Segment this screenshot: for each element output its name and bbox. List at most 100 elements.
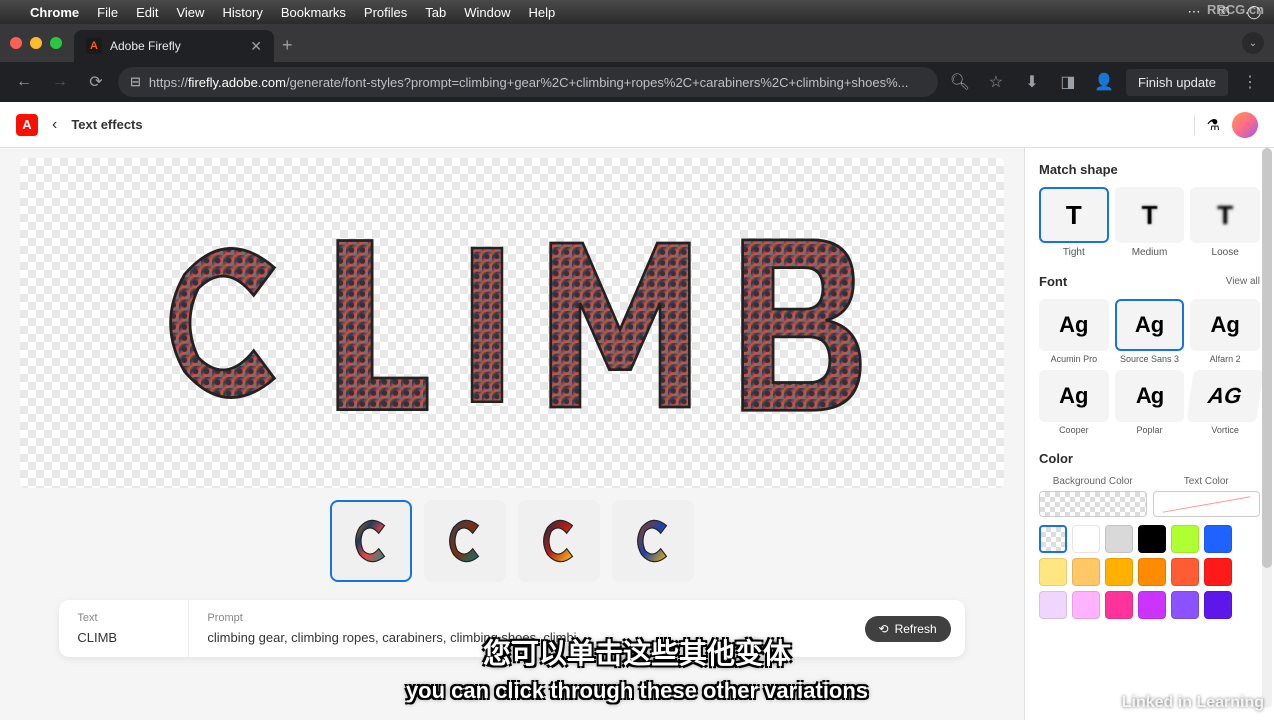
- user-icon[interactable]: ◯: [1246, 4, 1262, 20]
- shape-option-tight[interactable]: T Tight: [1039, 187, 1109, 258]
- mac-menu-view[interactable]: View: [176, 5, 204, 20]
- font-option-vortice[interactable]: AG Vortice: [1190, 370, 1260, 435]
- downloads-icon[interactable]: ⬇: [1018, 68, 1046, 96]
- font-view-all-link[interactable]: View all: [1226, 276, 1260, 287]
- swatch-lavender[interactable]: [1039, 591, 1067, 619]
- nav-reload-icon[interactable]: ⟳: [82, 68, 110, 96]
- swatch-orange[interactable]: [1138, 558, 1166, 586]
- adobe-logo-icon[interactable]: A: [16, 114, 38, 136]
- mac-menu-right: ⋯ ⎚ ◯: [1186, 4, 1262, 20]
- tab-search-dropdown[interactable]: ⌄: [1242, 32, 1264, 54]
- font-option-cooper[interactable]: Ag Cooper: [1039, 370, 1109, 435]
- swatch-pink[interactable]: [1105, 591, 1133, 619]
- mac-menu-tab[interactable]: Tab: [425, 5, 446, 20]
- url-path: /generate/font-styles?prompt=climbing+ge…: [286, 75, 909, 90]
- bookmark-star-icon[interactable]: ☆: [982, 68, 1010, 96]
- site-info-icon[interactable]: ⊟: [130, 74, 141, 90]
- swatch-black[interactable]: [1138, 525, 1166, 553]
- swatch-lightorange[interactable]: [1072, 558, 1100, 586]
- refresh-icon: ⟲: [879, 622, 889, 636]
- refresh-label: Refresh: [895, 622, 937, 636]
- mac-menu-help[interactable]: Help: [529, 5, 556, 20]
- color-section: Color Background Color Text Color: [1039, 451, 1260, 619]
- mac-menu-bar: Chrome File Edit View History Bookmarks …: [0, 0, 1274, 24]
- url-domain: firefly.adobe.com: [188, 75, 286, 90]
- zoom-icon[interactable]: 🔍︎: [946, 68, 974, 96]
- page-title: Text effects: [71, 117, 142, 132]
- app-header-right: ⚗: [1194, 112, 1258, 138]
- variation-4[interactable]: [612, 500, 694, 582]
- swatch-magenta[interactable]: [1138, 591, 1166, 619]
- tab-close-icon[interactable]: ✕: [250, 38, 262, 55]
- tab-title: Adobe Firefly: [110, 39, 181, 53]
- beaker-icon[interactable]: ⚗: [1207, 116, 1220, 134]
- address-bar[interactable]: ⊟ https://firefly.adobe.com/generate/fon…: [118, 67, 938, 97]
- variation-2[interactable]: [424, 500, 506, 582]
- nav-back-icon[interactable]: ←: [10, 68, 38, 96]
- canvas-area: Text CLIMB Prompt climbing gear, climbin…: [0, 148, 1024, 720]
- prompt-input-section[interactable]: Prompt climbing gear, climbing ropes, ca…: [189, 600, 964, 657]
- user-avatar[interactable]: [1232, 112, 1258, 138]
- preview-letter-i: [462, 233, 512, 413]
- new-tab-button[interactable]: +: [282, 35, 293, 56]
- prompt-input-value: climbing gear, climbing ropes, carabiner…: [207, 630, 946, 645]
- text-input-section[interactable]: Text CLIMB: [59, 600, 189, 657]
- finish-update-button[interactable]: Finish update: [1126, 69, 1228, 96]
- swatch-coral[interactable]: [1171, 558, 1199, 586]
- swatch-lightyellow[interactable]: [1039, 558, 1067, 586]
- text-input-value: CLIMB: [77, 630, 170, 645]
- font-option-acumin[interactable]: Ag Acumin Pro: [1039, 299, 1109, 364]
- swatch-lightpink[interactable]: [1072, 591, 1100, 619]
- swatch-violet[interactable]: [1204, 591, 1232, 619]
- browser-tab[interactable]: A Adobe Firefly ✕: [74, 30, 274, 62]
- shape-option-loose[interactable]: T Loose: [1190, 187, 1260, 258]
- swatch-lime[interactable]: [1171, 525, 1199, 553]
- scrollbar[interactable]: [1262, 148, 1272, 708]
- chrome-toolbar: ← → ⟳ ⊟ https://firefly.adobe.com/genera…: [0, 62, 1274, 102]
- preview-letter-c: [156, 233, 296, 413]
- bg-color-swatch[interactable]: [1039, 491, 1147, 517]
- variation-3[interactable]: [518, 500, 600, 582]
- swatch-white[interactable]: [1072, 525, 1100, 553]
- font-option-source-sans[interactable]: Ag Source Sans 3: [1115, 299, 1185, 364]
- mac-menu-history[interactable]: History: [222, 5, 262, 20]
- mac-menu-file[interactable]: File: [97, 5, 118, 20]
- side-panel-icon[interactable]: ◨: [1054, 68, 1082, 96]
- shape-option-medium[interactable]: T Medium: [1115, 187, 1185, 258]
- preview-letter-b: [728, 233, 868, 413]
- swatch-red[interactable]: [1204, 558, 1232, 586]
- mac-menu-bookmarks[interactable]: Bookmarks: [281, 5, 346, 20]
- nav-forward-icon[interactable]: →: [46, 68, 74, 96]
- screen-share-icon[interactable]: ⎚: [1216, 4, 1232, 20]
- preview-canvas: [20, 158, 1004, 488]
- dots-icon[interactable]: ⋯: [1186, 4, 1202, 20]
- font-option-alfarn[interactable]: Ag Alfarn 2: [1190, 299, 1260, 364]
- window-close[interactable]: [10, 37, 22, 49]
- swatch-purple[interactable]: [1171, 591, 1199, 619]
- scrollbar-thumb[interactable]: [1262, 148, 1272, 568]
- mac-menu-app-name[interactable]: Chrome: [30, 5, 79, 20]
- divider: [1194, 115, 1195, 135]
- content-area: Text CLIMB Prompt climbing gear, climbin…: [0, 148, 1274, 720]
- swatch-amber[interactable]: [1105, 558, 1133, 586]
- swatch-transparent[interactable]: [1039, 525, 1067, 553]
- mac-menu-window[interactable]: Window: [464, 5, 510, 20]
- window-minimize[interactable]: [30, 37, 42, 49]
- text-color-swatch[interactable]: [1153, 491, 1261, 517]
- mac-menu-profiles[interactable]: Profiles: [364, 5, 407, 20]
- swatch-gray[interactable]: [1105, 525, 1133, 553]
- font-option-poplar[interactable]: Ag Poplar: [1115, 370, 1185, 435]
- font-section: Font View all Ag Acumin Pro Ag Source Sa…: [1039, 274, 1260, 435]
- mac-menu-edit[interactable]: Edit: [136, 5, 158, 20]
- swatch-grid: [1039, 525, 1260, 619]
- tab-favicon-icon: A: [86, 38, 102, 54]
- refresh-button[interactable]: ⟲ Refresh: [865, 616, 951, 642]
- profile-icon[interactable]: 👤: [1090, 68, 1118, 96]
- variation-1[interactable]: [330, 500, 412, 582]
- window-maximize[interactable]: [50, 37, 62, 49]
- right-panel[interactable]: Match shape T Tight T Medium T Loose Fon…: [1024, 148, 1274, 720]
- back-chevron-icon[interactable]: ‹: [52, 116, 57, 134]
- preview-letter-m: [540, 233, 700, 413]
- swatch-blue[interactable]: [1204, 525, 1232, 553]
- chrome-menu-icon[interactable]: ⋮: [1236, 68, 1264, 96]
